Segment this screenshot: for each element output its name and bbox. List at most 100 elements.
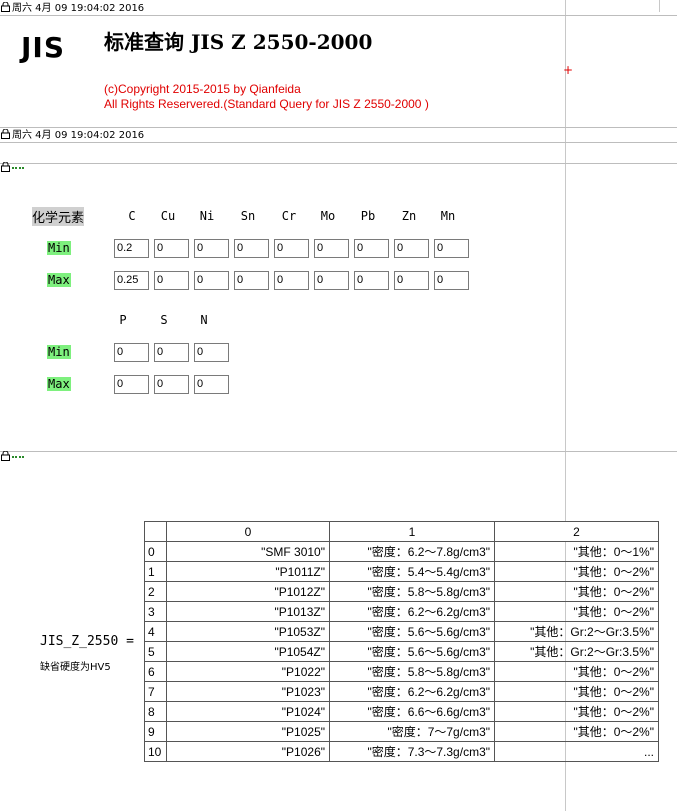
corner-cell [144,521,167,542]
table-row: 9 "P1025" "密度：7～7g/cm3" "其他：0～2%" [144,721,659,742]
table-row: 7 "P1023" "密度：6.2～6.2g/cm3" "其他：0～2%" [144,681,659,702]
cell-density: "密度：7～7g/cm3" [329,721,495,742]
jis-logo: JIS [21,31,66,64]
cell-grade: "P1024" [166,701,330,722]
cell-other: "其他：Gr:2～Gr:3.5%" [494,621,659,642]
min-label: Min [47,345,71,359]
min-input-c[interactable]: 0.2 [114,239,149,258]
min-input-pb[interactable]: 0 [354,239,389,258]
table-row: 4 "P1053Z" "密度：5.6～5.6g/cm3" "其他：Gr:2～Gr:3.… [144,621,659,642]
row-index: 0 [144,541,167,562]
min-input-p[interactable]: 0 [114,343,149,362]
min-input-mn[interactable]: 0 [434,239,469,258]
max-input-sn[interactable]: 0 [234,271,269,290]
element-header: P [119,313,127,327]
element-header: Mo [320,209,336,223]
cell-grade: "SMF 3010" [166,541,330,562]
max-input-mn[interactable]: 0 [434,271,469,290]
row-index: 10 [144,741,167,762]
timestamp-text: 周六 4月 09 19:04:02 2016 [12,3,145,14]
divider-2 [0,142,677,143]
right-guide-line [659,0,660,12]
cell-other: ... [494,741,659,762]
element-header: Sn [240,209,256,223]
min-input-cu[interactable]: 0 [154,239,189,258]
divider-1 [0,127,677,128]
cell-density: "密度：6.2～6.2g/cm3" [329,601,495,622]
cell-other: "其他：0～2%" [494,681,659,702]
max-input-cr[interactable]: 0 [274,271,309,290]
table-row: 3 "P1013Z" "密度：6.2～6.2g/cm3" "其他：0～2%" [144,601,659,622]
row-index: 1 [144,561,167,582]
crosshair-icon: + [563,63,574,77]
element-header: Cr [281,209,297,223]
lock-icon [1,162,10,172]
max-label: Max [47,377,71,391]
min-label: Min [47,241,71,255]
cell-density: "密度：5.8～5.8g/cm3" [329,581,495,602]
table-row: 10 "P1026" "密度：7.3～7.3g/cm3"... [144,741,659,762]
max-input-mo[interactable]: 0 [314,271,349,290]
element-header: Mn [440,209,456,223]
lock-icon [1,2,10,12]
wavy-underline-icon [12,163,24,169]
max-input-cu[interactable]: 0 [154,271,189,290]
cell-other: "其他：0～2%" [494,581,659,602]
column-header: 1 [329,521,495,542]
cell-grade: "P1054Z" [166,641,330,662]
cell-density: "密度：6.2～7.8g/cm3" [329,541,495,562]
divider-4 [0,451,677,452]
min-input-n[interactable]: 0 [194,343,229,362]
max-label: Max [47,273,71,287]
min-input-zn[interactable]: 0 [394,239,429,258]
max-input-n[interactable]: 0 [194,375,229,394]
cell-grade: "P1012Z" [166,581,330,602]
table-row: 0 "SMF 3010" "密度：6.2～7.8g/cm3" "其他：0～1%" [144,541,659,562]
cell-other: "其他：0～2%" [494,601,659,622]
max-input-p[interactable]: 0 [114,375,149,394]
cell-density: "密度：5.4～5.4g/cm3" [329,561,495,582]
min-input-mo[interactable]: 0 [314,239,349,258]
region-marker-1 [1,156,24,175]
element-header: C [128,209,136,223]
wavy-underline-icon [12,452,24,458]
max-input-ni[interactable]: 0 [194,271,229,290]
result-label: JIS_Z_2550 = [40,634,134,649]
row-index: 3 [144,601,167,622]
row-index: 9 [144,721,167,742]
timestamp-top: 周六 4月 09 19:04:02 2016 [1,2,144,15]
max-input-s[interactable]: 0 [154,375,189,394]
row-index: 5 [144,641,167,662]
cell-grade: "P1053Z" [166,621,330,642]
header-divider-top [0,15,565,16]
timestamp-text: 周六 4月 09 19:04:02 2016 [12,130,145,141]
cell-density: "密度：5.6～5.6g/cm3" [329,621,495,642]
column-header: 0 [166,521,330,542]
element-header: Pb [360,209,376,223]
header-divider-right [565,15,677,16]
max-input-pb[interactable]: 0 [354,271,389,290]
element-header: S [160,313,168,327]
lock-icon [1,129,10,139]
min-input-sn[interactable]: 0 [234,239,269,258]
table-row: 5 "P1054Z" "密度：5.6～5.6g/cm3" "其他：Gr:2～Gr:3.… [144,641,659,662]
row-index: 7 [144,681,167,702]
cell-density: "密度：6.2～6.2g/cm3" [329,681,495,702]
table-header-row: 0 1 2 [144,521,659,542]
timestamp-bottom: 周六 4月 09 19:04:02 2016 [1,129,144,142]
max-input-zn[interactable]: 0 [394,271,429,290]
cell-other: "其他：0～2%" [494,561,659,582]
copyright-line-2: All Rights Reservered.(Standard Query fo… [104,97,429,111]
element-header: N [200,313,208,327]
min-input-cr[interactable]: 0 [274,239,309,258]
cell-density: "密度：6.6～6.6g/cm3" [329,701,495,722]
min-input-ni[interactable]: 0 [194,239,229,258]
max-input-c[interactable]: 0.25 [114,271,149,290]
result-matrix: 0 1 2 0 "SMF 3010" "密度：6.2～7.8g/cm3" "其他：0～… [144,521,659,762]
cell-other: "其他：Gr:2～Gr:3.5%" [494,641,659,662]
element-header: Cu [160,209,176,223]
cell-grade: "P1023" [166,681,330,702]
min-input-s[interactable]: 0 [154,343,189,362]
table-row: 1 "P1011Z" "密度：5.4～5.4g/cm3" "其他：0～2%" [144,561,659,582]
table-row: 2 "P1012Z" "密度：5.8～5.8g/cm3" "其他：0～2%" [144,581,659,602]
